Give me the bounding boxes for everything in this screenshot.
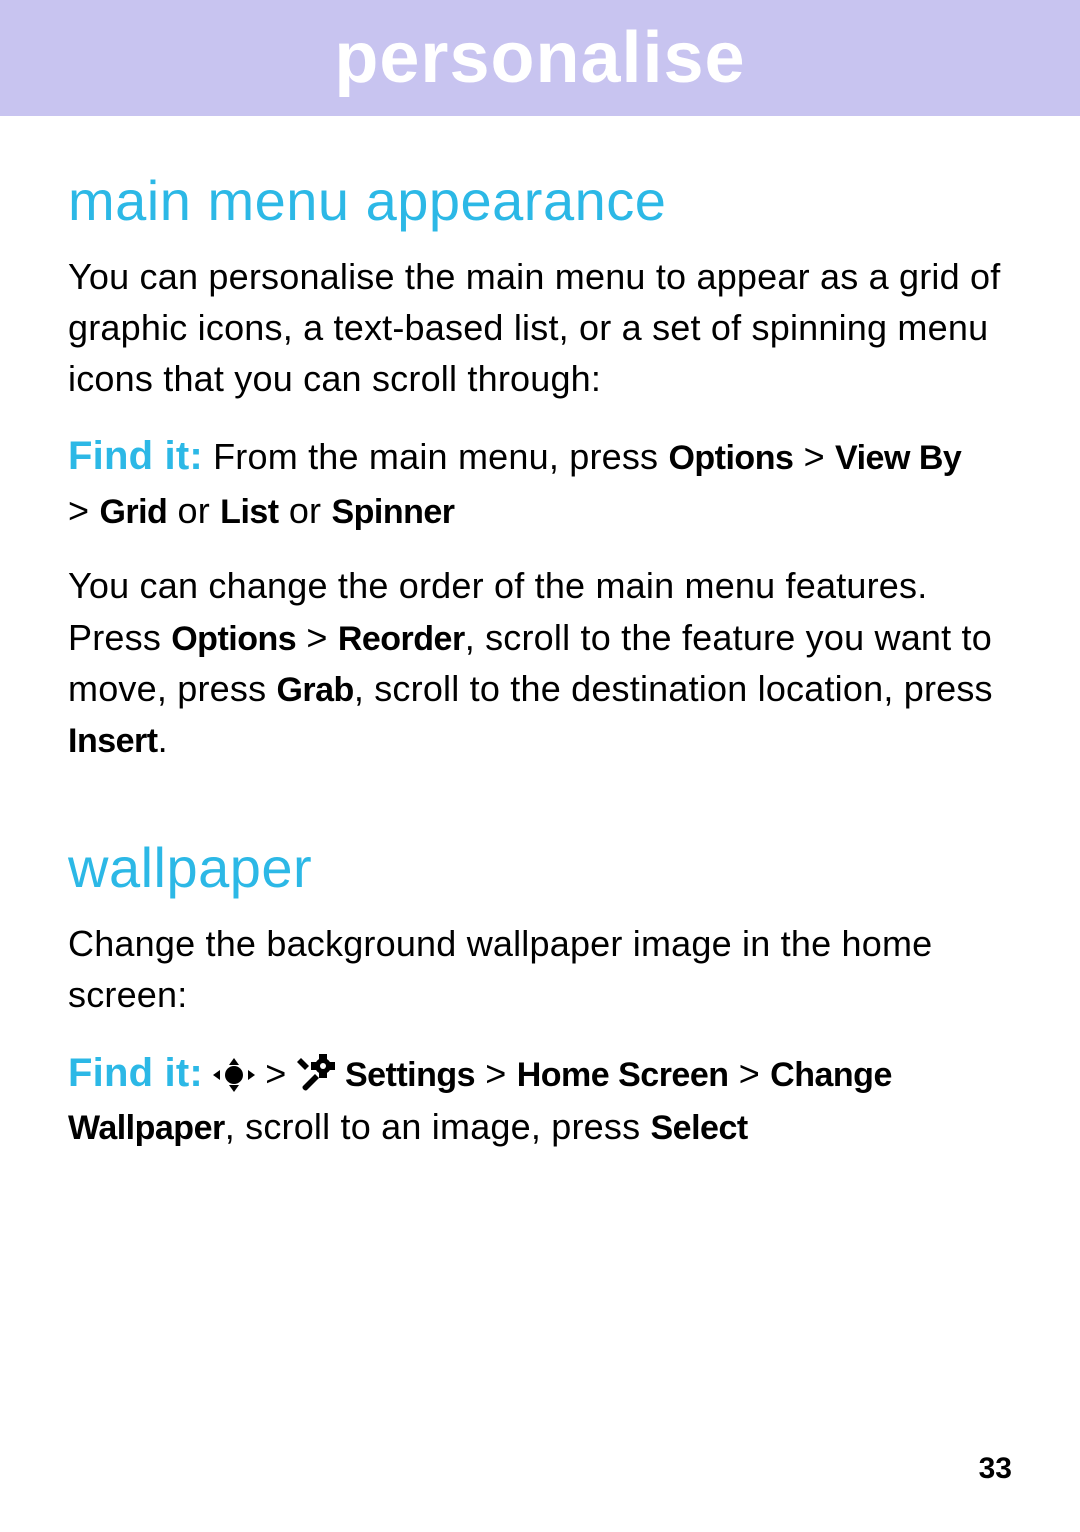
para-findit-view-by: Find it: From the main menu, press Optio…: [68, 428, 1012, 536]
opt-settings: Settings: [345, 1056, 475, 1094]
find-it-label: Find it:: [68, 434, 203, 478]
period1: .: [158, 719, 168, 760]
opt-insert: Insert: [68, 722, 158, 760]
para-findit-wallpaper: Find it: >: [68, 1045, 1012, 1153]
findit-text-a: From the main menu, press: [203, 436, 669, 477]
find-it-label-2: Find it:: [68, 1051, 203, 1095]
wallpaper-tail: scroll to an image, press: [245, 1106, 650, 1147]
para-reorder: You can change the order of the main men…: [68, 560, 1012, 765]
opt-options-2: Options: [171, 620, 296, 658]
opt-select: Select: [651, 1109, 748, 1147]
manual-page: personalise main menu appearance You can…: [0, 0, 1080, 1532]
opt-options: Options: [668, 439, 793, 477]
opt-home-screen: Home Screen: [517, 1056, 729, 1094]
comma1: ,: [225, 1106, 245, 1147]
or1: or: [167, 490, 220, 531]
gt2: >: [68, 490, 99, 531]
opt-grab: Grab: [276, 671, 353, 709]
section-heading-main-menu: main menu appearance: [68, 168, 1012, 233]
nav-key-icon: [213, 1058, 255, 1092]
page-content: main menu appearance You can personalise…: [0, 116, 1080, 1153]
opt-spinner: Spinner: [331, 493, 454, 531]
opt-list: List: [220, 493, 278, 531]
para-main-menu-intro: You can personalise the main menu to app…: [68, 251, 1012, 404]
opt-grid: Grid: [99, 493, 167, 531]
chapter-header-band: personalise: [0, 0, 1080, 116]
gt5: >: [475, 1053, 517, 1094]
para-wallpaper-intro: Change the background wallpaper image in…: [68, 918, 1012, 1020]
page-number: 33: [979, 1452, 1012, 1486]
reorder-c: , scroll to the destination location, pr…: [354, 668, 993, 709]
or2: or: [279, 490, 332, 531]
gt1: >: [793, 436, 835, 477]
chapter-title: personalise: [334, 17, 745, 99]
opt-reorder: Reorder: [338, 620, 465, 658]
settings-tools-icon: [297, 1054, 335, 1092]
section-heading-wallpaper: wallpaper: [68, 835, 1012, 900]
gt4: >: [265, 1053, 296, 1094]
opt-viewby: View By: [835, 439, 961, 477]
gt6: >: [729, 1053, 771, 1094]
gt3: >: [296, 617, 338, 658]
